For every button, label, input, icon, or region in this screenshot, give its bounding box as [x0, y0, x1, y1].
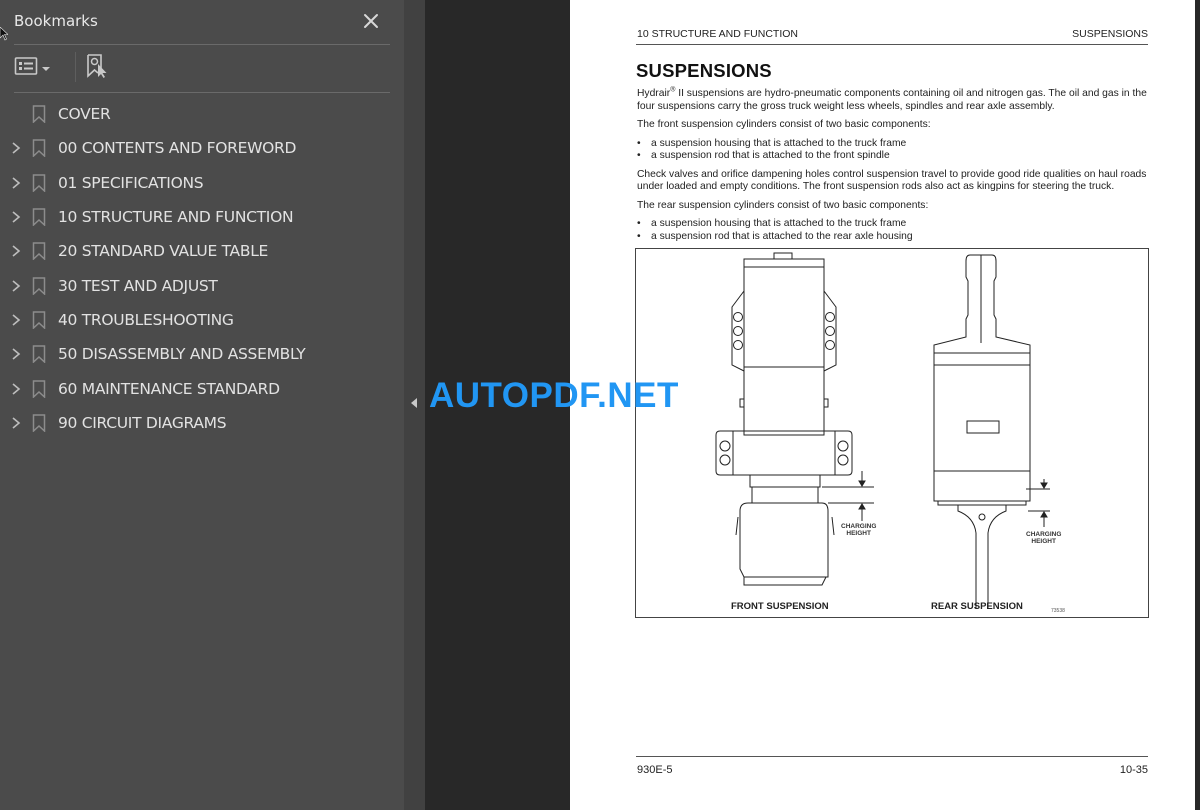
collapse-panel-icon[interactable] [411, 398, 417, 408]
charging-height-label-front: CHARGING HEIGHT [841, 523, 877, 537]
bookmark-label: 10 STRUCTURE AND FUNCTION [58, 208, 294, 227]
rear-intro: The rear suspension cylinders consist of… [637, 199, 929, 211]
bookmark-item[interactable]: 00 CONTENTS AND FOREWORD [0, 131, 404, 165]
chevron-right-icon[interactable] [9, 347, 23, 361]
bookmark-label: 40 TROUBLESHOOTING [58, 310, 234, 329]
list-item: a suspension housing that is attached to… [637, 138, 1149, 151]
bookmark-item[interactable]: 20 STANDARD VALUE TABLE [0, 234, 404, 268]
mouse-cursor-icon [0, 26, 9, 41]
watermark: AUTOPDF.NET [429, 376, 679, 415]
chevron-right-icon[interactable] [9, 176, 23, 190]
header-rule [636, 44, 1148, 45]
bookmark-find-icon [86, 53, 110, 84]
toolbar-separator [75, 52, 76, 82]
bookmark-icon [32, 139, 46, 159]
bookmark-label: 01 SPECIFICATIONS [58, 173, 204, 192]
page-body: Hydrair® II suspensions are hydro-pneuma… [637, 87, 1149, 249]
figure-number: 73538 [1051, 608, 1065, 614]
rear-bullets: a suspension housing that is attached to… [637, 218, 1149, 243]
bookmark-label: 30 TEST AND ADJUST [58, 276, 218, 295]
bookmark-item[interactable]: 50 DISASSEMBLY AND ASSEMBLY [0, 337, 404, 371]
brand-name: Hydrair [637, 88, 671, 99]
bookmark-item[interactable]: 40 TROUBLESHOOTING [0, 303, 404, 337]
rear-suspension-drawing [933, 254, 1050, 609]
suspension-figure: CHARGING HEIGHT CHARGING HEIGHT FRONT SUSP… [635, 248, 1149, 618]
bookmark-icon [32, 414, 46, 433]
bookmarks-panel: Bookmarks COVER 00 CONTENTS AND FOREWORD 0… [0, 0, 404, 810]
chevron-right-icon[interactable] [9, 244, 23, 258]
chevron-right-icon[interactable] [9, 416, 23, 430]
rear-suspension-caption: REAR SUSPENSION [931, 601, 1023, 612]
find-current-bookmark-button[interactable] [86, 53, 110, 84]
bookmark-label: COVER [58, 105, 111, 124]
toolbar-divider [14, 92, 390, 93]
list-item: a suspension rod that is attached to the… [637, 231, 1149, 244]
bookmark-label: 60 MAINTENANCE STANDARD [58, 379, 280, 398]
intro-text: II suspensions are hydro-pneumatic compo… [637, 88, 1147, 112]
bookmark-icon [32, 105, 46, 124]
footer-rule [636, 756, 1148, 757]
bookmarks-toolbar [14, 50, 390, 86]
bookmark-item[interactable]: 10 STRUCTURE AND FUNCTION [0, 200, 404, 234]
list-item: a suspension rod that is attached to the… [637, 150, 1149, 163]
front-suspension-caption: FRONT SUSPENSION [731, 601, 829, 612]
options-button[interactable] [14, 54, 50, 82]
bookmark-icon [32, 276, 46, 296]
close-icon[interactable] [360, 10, 382, 32]
check-valves-paragraph: Check valves and orifice dampening holes… [637, 168, 1147, 193]
page-title: SUSPENSIONS [636, 60, 772, 81]
chevron-right-icon[interactable] [9, 313, 23, 327]
bookmark-icon [32, 311, 46, 330]
bookmark-item[interactable]: COVER [0, 97, 404, 131]
page-footer-model: 930E-5 [637, 764, 673, 776]
page-header-topic: SUSPENSIONS [1072, 28, 1148, 40]
bookmark-icon [32, 242, 46, 262]
panel-title: Bookmarks [14, 12, 98, 30]
bookmark-label: 00 CONTENTS AND FOREWORD [58, 139, 297, 158]
bookmark-item[interactable]: 01 SPECIFICATIONS [0, 166, 404, 200]
bookmark-icon [32, 345, 46, 364]
bookmark-label: 20 STANDARD VALUE TABLE [58, 242, 269, 261]
chevron-right-icon[interactable] [9, 382, 23, 396]
page-header-section: 10 STRUCTURE AND FUNCTION [637, 28, 799, 40]
bookmark-icon [32, 208, 46, 227]
bookmark-label: 50 DISASSEMBLY AND ASSEMBLY [58, 345, 306, 364]
panel-splitter[interactable] [404, 0, 425, 810]
caret-down-icon [42, 59, 50, 77]
chevron-right-icon[interactable] [9, 141, 23, 155]
suspension-drawing [715, 252, 1050, 609]
list-options-icon [14, 56, 38, 81]
bookmark-item[interactable]: 30 TEST AND ADJUST [0, 268, 404, 302]
intro-paragraph: Hydrair® II suspensions are hydro-pneuma… [637, 87, 1149, 113]
list-item: a suspension housing that is attached to… [637, 218, 1149, 231]
bookmark-list: COVER 00 CONTENTS AND FOREWORD 01 SPECIFIC… [0, 97, 404, 440]
bookmark-item[interactable]: 90 CIRCUIT DIAGRAMS [0, 406, 404, 440]
chevron-right-icon[interactable] [9, 210, 23, 224]
bookmark-label: 90 CIRCUIT DIAGRAMS [58, 413, 227, 432]
panel-header: Bookmarks [14, 8, 390, 38]
bookmark-icon [32, 379, 46, 399]
bookmark-item[interactable]: 60 MAINTENANCE STANDARD [0, 371, 404, 405]
charging-height-label-rear: CHARGING HEIGHT [1026, 531, 1062, 545]
front-intro: The front suspension cylinders consist o… [637, 119, 931, 130]
front-bullets: a suspension housing that is attached to… [637, 138, 1149, 163]
page-number: 10-35 [1119, 764, 1148, 776]
chevron-right-icon[interactable] [9, 279, 23, 293]
header-divider [14, 44, 390, 45]
bookmark-icon [32, 173, 46, 193]
